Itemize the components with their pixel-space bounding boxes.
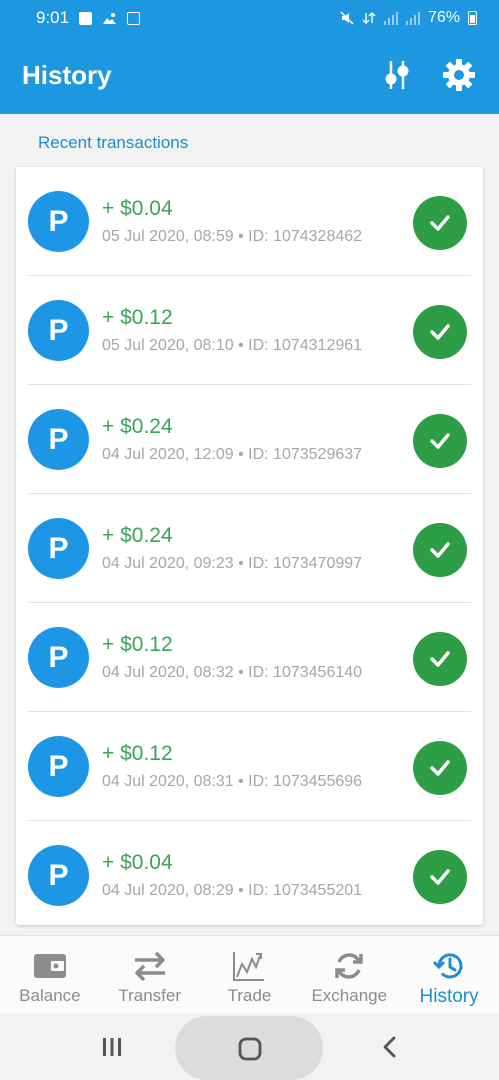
mute-icon [340, 11, 354, 25]
system-nav-bar [0, 1014, 499, 1080]
transaction-row[interactable]: P + $0.12 04 Jul 2020, 08:31 • ID: 10734… [16, 712, 483, 821]
back-button[interactable] [370, 1014, 410, 1080]
battery-icon [468, 11, 477, 25]
history-icon [433, 948, 465, 984]
transfer-arrows-icon [133, 948, 167, 984]
p-logo-icon: P [28, 300, 89, 361]
nav-item-balance[interactable]: Balance [0, 936, 100, 1014]
nav-item-exchange[interactable]: Exchange [299, 936, 399, 1014]
chart-icon [232, 948, 266, 984]
transactions-list: P + $0.04 05 Jul 2020, 08:59 • ID: 10743… [16, 167, 483, 925]
transaction-row[interactable]: P + $0.24 04 Jul 2020, 09:23 • ID: 10734… [16, 494, 483, 603]
nav-label: Trade [227, 986, 272, 1005]
p-logo-icon: P [28, 518, 89, 579]
p-logo-icon: P [28, 845, 89, 906]
battery-level: 76% [427, 9, 460, 26]
status-bar: 9:01 76% [0, 0, 499, 36]
transaction-row[interactable]: P + $0.24 04 Jul 2020, 12:09 • ID: 10735… [16, 385, 483, 494]
transaction-meta: 04 Jul 2020, 12:09 • ID: 1073529637 [102, 446, 363, 463]
home-icon [238, 1037, 262, 1061]
transaction-meta: 05 Jul 2020, 08:10 • ID: 1074312961 [102, 337, 363, 354]
check-icon [413, 196, 467, 250]
transaction-meta: 05 Jul 2020, 08:59 • ID: 1074328462 [102, 228, 363, 245]
transaction-row[interactable]: P + $0.04 05 Jul 2020, 08:59 • ID: 10743… [16, 167, 483, 276]
home-button[interactable] [175, 1016, 323, 1080]
signal-icon [383, 11, 398, 25]
check-icon [413, 741, 467, 795]
check-icon [413, 523, 467, 577]
nav-item-trade[interactable]: Trade [200, 936, 300, 1014]
transaction-row[interactable]: P + $0.04 04 Jul 2020, 08:29 • ID: 10734… [16, 821, 483, 925]
gallery-icon [102, 12, 117, 25]
transaction-amount: + $0.12 [102, 306, 173, 329]
page-title: History [22, 59, 112, 90]
check-icon [413, 414, 467, 468]
recent-apps-icon [103, 1038, 121, 1056]
check-icon [413, 850, 467, 904]
transaction-amount: + $0.24 [102, 524, 173, 547]
refresh-icon [333, 948, 365, 984]
back-icon [383, 1036, 396, 1058]
nav-item-history[interactable]: History [399, 936, 499, 1014]
transaction-meta: 04 Jul 2020, 09:23 • ID: 1073470997 [102, 555, 363, 572]
p-logo-icon: P [28, 736, 89, 797]
check-icon [413, 632, 467, 686]
status-time: 9:01 [36, 8, 70, 27]
wallet-icon [33, 948, 67, 984]
p-logo-icon: P [28, 191, 89, 252]
transaction-amount: + $0.12 [102, 633, 173, 656]
p-logo-icon: P [28, 627, 89, 688]
recent-apps-button[interactable] [92, 1014, 132, 1080]
transaction-amount: + $0.04 [102, 197, 173, 220]
facebook-icon [79, 11, 93, 25]
app-bar: History [0, 36, 499, 114]
transaction-amount: + $0.12 [102, 742, 173, 765]
nav-item-transfer[interactable]: Transfer [100, 936, 200, 1014]
transaction-amount: + $0.24 [102, 415, 173, 438]
transaction-amount: + $0.04 [102, 851, 173, 874]
transaction-row[interactable]: P + $0.12 04 Jul 2020, 08:32 • ID: 10734… [16, 603, 483, 712]
section-label-recent-transactions: Recent transactions [38, 133, 189, 152]
transaction-meta: 04 Jul 2020, 08:29 • ID: 1073455201 [102, 882, 363, 899]
nav-label: Transfer [118, 986, 182, 1005]
transaction-meta: 04 Jul 2020, 08:32 • ID: 1073456140 [102, 664, 363, 681]
data-icon [362, 11, 376, 25]
signal-2-icon [405, 11, 420, 25]
nav-label: Exchange [311, 986, 388, 1005]
bottom-nav: Balance Transfer Trade Exchange History [0, 935, 499, 1014]
gear-icon [443, 59, 475, 91]
nav-label: Balance [19, 986, 81, 1005]
nav-label: History [419, 986, 479, 1007]
transaction-row[interactable]: P + $0.12 05 Jul 2020, 08:10 • ID: 10743… [16, 276, 483, 385]
filter-button[interactable] [379, 57, 415, 93]
screen-icon [127, 11, 141, 25]
sliders-icon [385, 61, 409, 89]
settings-button[interactable] [441, 57, 477, 93]
p-logo-icon: P [28, 409, 89, 470]
check-icon [413, 305, 467, 359]
transaction-meta: 04 Jul 2020, 08:31 • ID: 1073455696 [102, 773, 363, 790]
